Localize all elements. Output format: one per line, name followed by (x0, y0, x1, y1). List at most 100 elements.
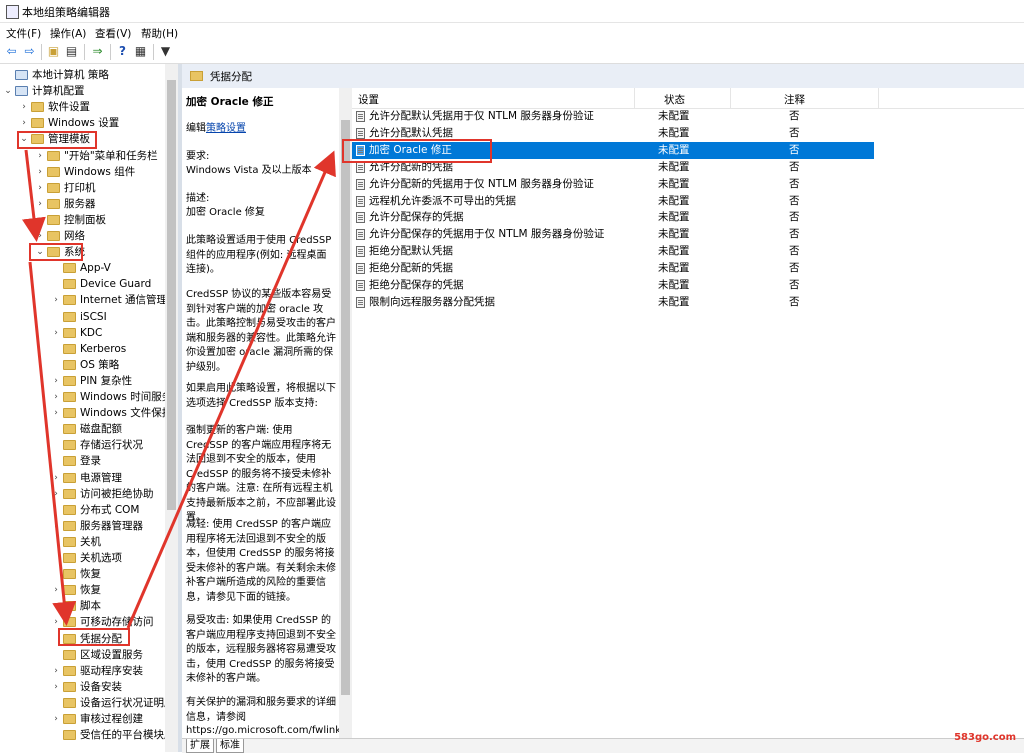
export-list-icon[interactable]: ⇒ (90, 44, 105, 59)
tree-system-child[interactable]: › 设备安装 (0, 679, 165, 695)
computer-icon (15, 70, 28, 80)
chevron-right-icon[interactable]: › (52, 486, 60, 502)
tree-system-child[interactable]: 恢复 (0, 566, 165, 582)
tree-system-child[interactable]: 区域设置服务 (0, 647, 165, 663)
chevron-right-icon[interactable]: › (52, 663, 60, 679)
chevron-right-icon[interactable]: › (52, 711, 60, 727)
chevron-down-icon[interactable]: ⌄ (4, 83, 12, 99)
tree-root[interactable]: 本地计算机 策略 (0, 67, 165, 83)
chevron-right-icon[interactable]: › (52, 582, 60, 598)
chevron-right-icon[interactable]: › (52, 405, 60, 421)
tree-system-child[interactable]: 设备运行状况证明服务 (0, 695, 165, 711)
tree-software-settings[interactable]: › 软件设置 (0, 99, 165, 115)
filter-icon[interactable]: ▼ (158, 44, 173, 59)
up-folder-icon[interactable]: ▣ (46, 44, 61, 59)
tree-system-child[interactable]: 关机选项 (0, 550, 165, 566)
list-row[interactable]: 拒绝分配新的凭据 未配置 否 (352, 260, 874, 277)
tree-system-child[interactable]: › Internet 通信管理 (0, 292, 165, 308)
back-icon[interactable]: ⇦ (4, 44, 19, 59)
chevron-right-icon[interactable]: › (20, 99, 28, 115)
tree-system-child[interactable]: 分布式 COM (0, 502, 165, 518)
column-state[interactable]: 状态 (664, 92, 685, 107)
list-row[interactable]: 远程机允许委派不可导出的凭据 未配置 否 (352, 193, 874, 210)
list-row[interactable]: 拒绝分配默认凭据 未配置 否 (352, 243, 874, 260)
tree-system-child[interactable]: App-V (0, 260, 165, 276)
folder-icon (63, 617, 76, 628)
chevron-right-icon[interactable]: › (52, 389, 60, 405)
help-icon[interactable]: ? (115, 44, 130, 59)
chevron-right-icon[interactable]: › (36, 228, 44, 244)
show-hide-tree-icon[interactable]: ▤ (64, 44, 79, 59)
column-separator[interactable] (730, 88, 731, 108)
menu-action[interactable]: 操作(A) (50, 26, 86, 41)
menu-help[interactable]: 帮助(H) (141, 26, 178, 41)
menu-file[interactable]: 文件(F) (6, 26, 41, 41)
tree-admin-child[interactable]: › 服务器 (0, 196, 165, 212)
edit-policy-link[interactable]: 策略设置 (206, 123, 246, 134)
tree-system-child[interactable]: › Windows 时间服务 (0, 389, 165, 405)
list-row[interactable]: 拒绝分配保存的凭据 未配置 否 (352, 277, 874, 294)
list-row[interactable]: 限制向远程服务器分配凭据 未配置 否 (352, 294, 874, 311)
tree-system-child[interactable]: 受信任的平台模块服务 (0, 727, 165, 743)
tree-node-label: Device Guard (80, 278, 152, 291)
tree-admin-child[interactable]: › Windows 组件 (0, 164, 165, 180)
tree-system-child[interactable]: 关机 (0, 534, 165, 550)
tree-system-child[interactable]: › Windows 文件保护 (0, 405, 165, 421)
column-comment[interactable]: 注释 (784, 92, 805, 107)
chevron-right-icon[interactable]: › (36, 212, 44, 228)
list-row[interactable]: 允许分配保存的凭据用于仅 NTLM 服务器身份验证 未配置 否 (352, 226, 874, 243)
chevron-right-icon[interactable]: › (36, 148, 44, 164)
tab-standard[interactable]: 标准 (216, 739, 244, 753)
chevron-right-icon[interactable]: › (52, 373, 60, 389)
tree-system-child[interactable]: › 驱动程序安装 (0, 663, 165, 679)
tree-system-child[interactable]: 脚本 (0, 598, 165, 614)
tree-system-child[interactable]: › PIN 复杂性 (0, 373, 165, 389)
tree-system-child[interactable]: › 电源管理 (0, 470, 165, 486)
tree-system-child[interactable]: 磁盘配额 (0, 421, 165, 437)
tree-system-child[interactable]: › 访问被拒绝协助 (0, 486, 165, 502)
tree-system-child[interactable]: OS 策略 (0, 357, 165, 373)
properties-icon[interactable]: ▦ (133, 44, 148, 59)
policy-setting-icon (356, 127, 365, 139)
tab-extended[interactable]: 扩展 (186, 739, 214, 753)
tree-windows-settings[interactable]: › Windows 设置 (0, 115, 165, 131)
tree-system-child[interactable]: › 服务器管理器 (0, 518, 165, 534)
tree-system-child[interactable]: 存储运行状况 (0, 437, 165, 453)
fwlink[interactable]: https://go.microsoft.com/fwlink (186, 724, 339, 738)
tree-scrollbar-thumb[interactable] (167, 80, 176, 510)
column-setting[interactable]: 设置 (358, 92, 379, 107)
column-separator[interactable] (878, 88, 879, 108)
tree-system-child[interactable]: › KDC (0, 325, 165, 341)
tree-computer-config[interactable]: ⌄ 计算机配置 (0, 83, 165, 99)
tree-admin-child[interactable]: › 打印机 (0, 180, 165, 196)
description-scrollbar-thumb[interactable] (341, 120, 350, 695)
tree-system-child[interactable]: › 恢复 (0, 582, 165, 598)
tree-system-child[interactable]: Kerberos (0, 341, 165, 357)
column-separator[interactable] (634, 88, 635, 108)
menu-view[interactable]: 查看(V) (95, 26, 131, 41)
chevron-right-icon[interactable]: › (52, 679, 60, 695)
chevron-right-icon[interactable]: › (36, 180, 44, 196)
chevron-right-icon[interactable]: › (36, 196, 44, 212)
chevron-right-icon[interactable]: › (52, 325, 60, 341)
tree-system-child[interactable]: 登录 (0, 453, 165, 469)
tree-system-child[interactable]: iSCSI (0, 309, 165, 325)
menu-bar: 文件(F) 操作(A) 查看(V) 帮助(H) (0, 23, 1024, 41)
annotation-box-system (29, 243, 83, 261)
tree-admin-child[interactable]: › 网络 (0, 228, 165, 244)
forward-icon[interactable]: ⇨ (22, 44, 37, 59)
chevron-right-icon[interactable]: › (52, 470, 60, 486)
chevron-right-icon[interactable]: › (52, 292, 60, 308)
policy-setting-icon (356, 111, 365, 122)
chevron-right-icon[interactable]: › (36, 164, 44, 180)
tree-system-child[interactable]: › 审核过程创建 (0, 711, 165, 727)
list-row[interactable]: 允许分配新的凭据用于仅 NTLM 服务器身份验证 未配置 否 (352, 176, 874, 193)
list-row[interactable]: 允许分配保存的凭据 未配置 否 (352, 209, 874, 226)
chevron-right-icon[interactable]: › (20, 115, 28, 131)
list-row[interactable]: 允许分配默认凭据用于仅 NTLM 服务器身份验证 未配置 否 (352, 108, 874, 125)
tree-system-child[interactable]: Device Guard (0, 276, 165, 292)
setting-state: 未配置 (658, 126, 690, 139)
tree-admin-child[interactable]: › 控制面板 (0, 212, 165, 228)
tree-admin-child[interactable]: › "开始"菜单和任务栏 (0, 148, 165, 164)
chevron-right-icon[interactable]: › (52, 518, 60, 534)
